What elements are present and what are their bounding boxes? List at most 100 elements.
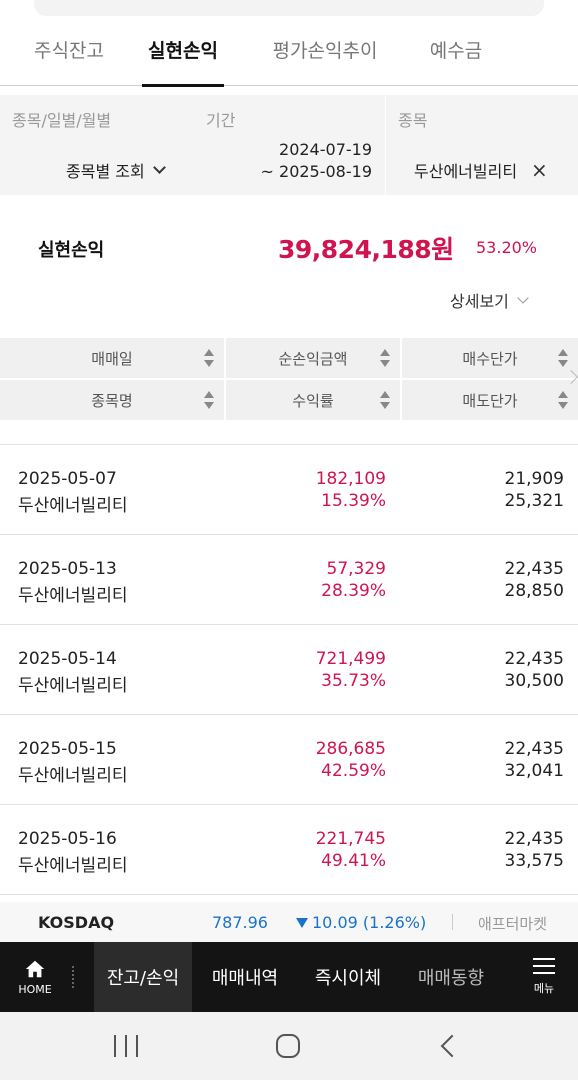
chevron-down-icon — [152, 161, 166, 174]
header-net-pnl[interactable]: 순손익금액 — [226, 338, 400, 378]
return-rate: 49.41% — [321, 851, 386, 871]
return-rate: 35.73% — [321, 671, 386, 691]
sort-icon — [558, 349, 568, 367]
net-pnl: 182,109 — [315, 469, 386, 489]
net-pnl: 721,499 — [315, 649, 386, 669]
summary-rate: 53.20% — [476, 238, 538, 257]
header-buy-price[interactable]: 매수단가 — [402, 338, 578, 378]
header-label: 수익률 — [292, 391, 334, 410]
buy-price: 22,435 — [504, 829, 564, 849]
table-row[interactable]: 2025-05-15 두산에너빌리티 286,685 42.59% 22,435… — [0, 714, 578, 804]
category-dropdown[interactable]: 종목별 조회 — [66, 158, 166, 182]
table-row[interactable]: 2025-05-14 두산에너빌리티 721,499 35.73% 22,435… — [0, 624, 578, 714]
table-row[interactable]: 2025-05-16 두산에너빌리티 221,745 49.41% 22,435… — [0, 804, 578, 894]
nav-instant-transfer[interactable]: 즉시이체 — [300, 942, 396, 1012]
header-label: 종목명 — [91, 391, 133, 410]
period-selector[interactable]: 2024-07-19 ~ 2025-08-19 — [261, 139, 372, 183]
back-icon[interactable] — [440, 1034, 464, 1058]
net-pnl: 286,685 — [315, 739, 386, 759]
stock-value: 두산에너빌리티 — [414, 162, 518, 181]
detail-toggle-button[interactable]: 상세보기 — [450, 288, 529, 312]
sort-icon — [380, 391, 390, 409]
ticker-change: 10.09 (1.26%) — [296, 913, 426, 932]
sell-price: 28,850 — [504, 581, 564, 601]
hamburger-icon — [533, 958, 555, 974]
tab-realized-pnl[interactable]: 실현손익 — [142, 24, 224, 87]
return-rate: 15.39% — [321, 491, 386, 511]
net-pnl: 221,745 — [315, 829, 386, 849]
buy-price: 22,435 — [504, 559, 564, 579]
sell-price: 33,575 — [504, 851, 564, 871]
table-row[interactable]: 2025-05-13 두산에너빌리티 57,329 28.39% 22,435 … — [0, 534, 578, 624]
trade-date: 2025-05-13 — [18, 559, 117, 579]
sell-price: 30,500 — [504, 671, 564, 691]
ticker-change-value: 10.09 (1.26%) — [312, 913, 427, 932]
ticker-separator — [452, 914, 453, 930]
stock-name: 두산에너빌리티 — [18, 586, 128, 606]
stock-label: 종목 — [398, 111, 428, 130]
header-sell-price[interactable]: 매도단가 — [402, 380, 578, 420]
header-label: 매수단가 — [462, 349, 518, 368]
system-nav-bar — [0, 1012, 578, 1080]
stock-name: 두산에너빌리티 — [18, 496, 128, 516]
buy-price: 22,435 — [504, 739, 564, 759]
sort-icon — [380, 349, 390, 367]
sort-icon — [558, 391, 568, 409]
home-button[interactable]: HOME — [0, 942, 70, 1012]
menu-label: 메뉴 — [533, 982, 555, 995]
header-stock-name[interactable]: 종목명 — [0, 380, 224, 420]
sell-price: 25,321 — [504, 491, 564, 511]
list-divider — [0, 894, 578, 895]
summary-label: 실현손익 — [38, 240, 105, 261]
stock-name: 두산에너빌리티 — [18, 676, 128, 696]
net-pnl: 57,329 — [326, 559, 386, 579]
ticker-price: 787.96 — [212, 913, 268, 932]
period-start: 2024-07-19 — [279, 140, 372, 159]
header-trade-date[interactable]: 매매일 — [0, 338, 224, 378]
return-rate: 42.59% — [321, 761, 386, 781]
market-ticker[interactable]: KOSDAQ 787.96 10.09 (1.26%) 애프터마켓 — [0, 902, 578, 942]
clear-stock-icon[interactable]: × — [531, 160, 548, 180]
system-home-icon[interactable] — [276, 1034, 300, 1058]
filter-panel: 종목/일별/월별 기간 종목 종목별 조회 2024-07-19 ~ 2025-… — [0, 95, 578, 195]
nav-balance-pnl[interactable]: 잔고/손익 — [94, 942, 192, 1012]
period-end: ~ 2025-08-19 — [260, 162, 372, 181]
top-search-strip — [34, 0, 544, 16]
tab-stock-balance[interactable]: 주식잔고 — [30, 24, 108, 86]
buy-price: 21,909 — [504, 469, 564, 489]
recent-apps-icon[interactable] — [114, 1032, 138, 1060]
stock-name: 두산에너빌리티 — [18, 766, 128, 786]
stock-name: 두산에너빌리티 — [18, 856, 128, 876]
category-dropdown-value: 종목별 조회 — [66, 162, 145, 181]
ticker-index-name: KOSDAQ — [38, 913, 115, 932]
trade-date: 2025-05-16 — [18, 829, 117, 849]
summary-amount: 39,824,188원 — [278, 235, 454, 264]
header-return-rate[interactable]: 수익률 — [226, 380, 400, 420]
return-rate: 28.39% — [321, 581, 386, 601]
nav-trade-history[interactable]: 매매내역 — [196, 942, 294, 1012]
header-label: 순손익금액 — [278, 349, 348, 368]
filter-divider — [385, 95, 386, 195]
nav-divider — [72, 966, 75, 988]
home-label: HOME — [18, 983, 52, 996]
tab-valuation-trend[interactable]: 평가손익추이 — [266, 24, 384, 86]
trade-date: 2025-05-15 — [18, 739, 117, 759]
sort-icon — [204, 391, 214, 409]
table-header: 매매일 순손익금액 매수단가 종목명 수익률 매도단가 — [0, 338, 578, 420]
menu-button[interactable]: 메뉴 — [510, 942, 578, 1012]
header-label: 매도단가 — [462, 391, 518, 410]
triangle-down-icon — [296, 917, 308, 928]
tab-bar: 주식잔고 실현손익 평가손익추이 예수금 — [0, 24, 578, 87]
period-label: 기간 — [206, 111, 236, 130]
table-row[interactable]: 2025-05-07 두산에너빌리티 182,109 15.39% 21,909… — [0, 444, 578, 534]
nav-trade-trend[interactable]: 매매동향 — [402, 942, 500, 1012]
detail-toggle-label: 상세보기 — [450, 292, 509, 311]
buy-price: 22,435 — [504, 649, 564, 669]
after-market-label: 애프터마켓 — [478, 915, 548, 933]
stock-selector[interactable]: 두산에너빌리티 × — [414, 158, 548, 182]
tab-deposit[interactable]: 예수금 — [426, 24, 486, 86]
sort-icon — [204, 349, 214, 367]
trade-date: 2025-05-07 — [18, 469, 117, 489]
trade-date: 2025-05-14 — [18, 649, 117, 669]
home-icon — [25, 960, 45, 978]
